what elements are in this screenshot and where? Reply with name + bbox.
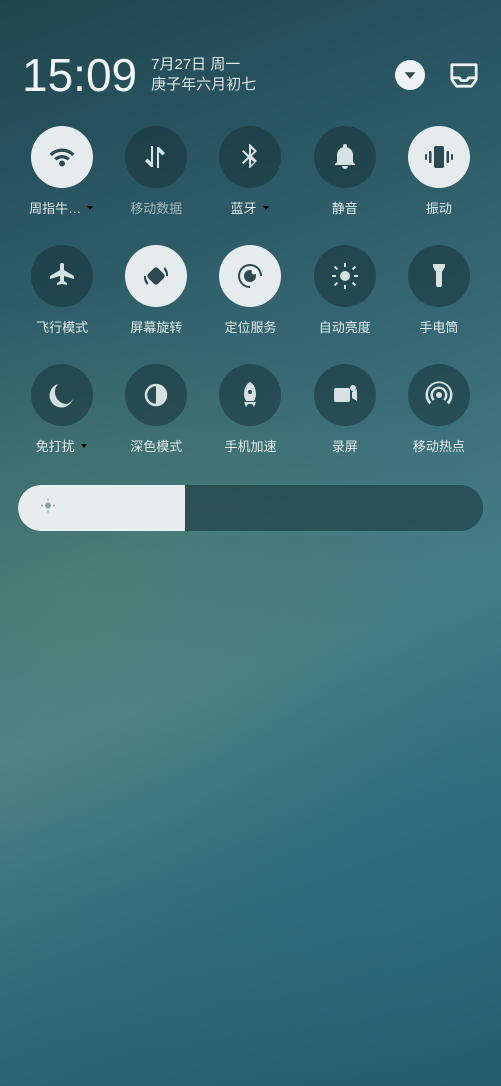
boost-toggle[interactable]	[219, 364, 281, 426]
clock-time: 15:09	[22, 52, 137, 98]
airplane-label-row: 飞行模式	[36, 317, 88, 336]
rotate-icon	[141, 261, 171, 291]
vibrate-toggle[interactable]	[408, 126, 470, 188]
rotate-label: 屏幕旋转	[130, 317, 182, 336]
header-right	[395, 60, 479, 90]
quick-tiles-grid: 周指牛… 移动数据 蓝牙 静音 振动飞行模式 屏幕旋转 定位服务 自动亮度 手电筒免打扰 深色模式…	[0, 116, 501, 455]
tile-screenrec: 录屏	[301, 364, 389, 455]
vibrate-icon	[424, 142, 454, 172]
bluetooth-icon	[235, 142, 265, 172]
wifi-toggle[interactable]	[31, 126, 93, 188]
mobile-data-label: 移动数据	[130, 198, 182, 217]
vibrate-label-row: 振动	[426, 198, 452, 217]
tile-location: 定位服务	[206, 245, 294, 336]
tile-dnd: 免打扰	[18, 364, 106, 455]
hotspot-icon	[424, 380, 454, 410]
tile-dark-mode: 深色模式	[112, 364, 200, 455]
tile-bluetooth: 蓝牙	[206, 126, 294, 217]
bluetooth-label: 蓝牙	[230, 198, 256, 217]
dnd-label-row[interactable]: 免打扰	[36, 436, 89, 455]
mute-label: 静音	[332, 198, 358, 217]
bluetooth-toggle[interactable]	[219, 126, 281, 188]
date-column: 7月27日 周一 庚子年六月初七	[151, 55, 256, 96]
tile-mute: 静音	[301, 126, 389, 217]
flashlight-label: 手电筒	[419, 317, 458, 336]
tile-auto-bright: 自动亮度	[301, 245, 389, 336]
tile-rotate: 屏幕旋转	[112, 245, 200, 336]
dnd-label: 免打扰	[36, 436, 75, 455]
caret-down-icon	[79, 441, 89, 451]
tile-boost: 手机加速	[206, 364, 294, 455]
hotspot-toggle[interactable]	[408, 364, 470, 426]
moon-icon	[47, 380, 77, 410]
location-label: 定位服务	[224, 317, 276, 336]
flashlight-label-row: 手电筒	[419, 317, 458, 336]
screenrec-label-row: 录屏	[332, 436, 358, 455]
rotate-label-row: 屏幕旋转	[130, 317, 182, 336]
location-icon	[235, 261, 265, 291]
tile-vibrate: 振动	[395, 126, 483, 217]
mobile-data-label-row: 移动数据	[130, 198, 182, 217]
mute-toggle[interactable]	[314, 126, 376, 188]
data-icon	[141, 142, 171, 172]
brightness-slider[interactable]	[18, 485, 483, 531]
header-left: 15:09 7月27日 周一 庚子年六月初七	[22, 52, 256, 98]
airplane-toggle[interactable]	[31, 245, 93, 307]
rotate-toggle[interactable]	[125, 245, 187, 307]
airplane-icon	[47, 261, 77, 291]
flashlight-icon	[424, 261, 454, 291]
bluetooth-label-row[interactable]: 蓝牙	[230, 198, 270, 217]
expand-button[interactable]	[395, 60, 425, 90]
dark-mode-toggle[interactable]	[125, 364, 187, 426]
screenrec-toggle[interactable]	[314, 364, 376, 426]
tile-mobile-data: 移动数据	[112, 126, 200, 217]
date-primary: 7月27日 周一	[151, 55, 256, 75]
darkmode-icon	[141, 380, 171, 410]
location-toggle[interactable]	[219, 245, 281, 307]
location-label-row: 定位服务	[224, 317, 276, 336]
airplane-label: 飞行模式	[36, 317, 88, 336]
caret-down-icon	[85, 203, 95, 213]
tile-airplane: 飞行模式	[18, 245, 106, 336]
date-secondary: 庚子年六月初七	[151, 75, 256, 95]
rocket-icon	[235, 380, 265, 410]
boost-label: 手机加速	[224, 436, 276, 455]
chevron-down-icon	[401, 66, 419, 84]
wifi-label-row[interactable]: 周指牛…	[29, 198, 95, 217]
quick-settings-panel: 15:09 7月27日 周一 庚子年六月初七 周指牛… 移动数据 蓝牙 静音 振动飞行模…	[0, 0, 501, 1086]
hotspot-label: 移动热点	[413, 436, 465, 455]
tile-hotspot: 移动热点	[395, 364, 483, 455]
wifi-label: 周指牛…	[29, 198, 81, 217]
screenrec-label: 录屏	[332, 436, 358, 455]
dark-mode-label: 深色模式	[130, 436, 182, 455]
hotspot-label-row: 移动热点	[413, 436, 465, 455]
tile-wifi: 周指牛…	[18, 126, 106, 217]
brightness-slider-wrap	[0, 455, 501, 531]
record-icon	[330, 380, 360, 410]
caret-down-icon	[261, 203, 271, 213]
auto-bright-toggle[interactable]	[314, 245, 376, 307]
boost-label-row: 手机加速	[224, 436, 276, 455]
mute-label-row: 静音	[332, 198, 358, 217]
tray-icon	[449, 61, 479, 89]
brightness-icon	[330, 261, 360, 291]
flashlight-toggle[interactable]	[408, 245, 470, 307]
wifi-icon	[47, 142, 77, 172]
notifications-tray-button[interactable]	[449, 61, 479, 89]
auto-bright-label: 自动亮度	[319, 317, 371, 336]
dark-mode-label-row: 深色模式	[130, 436, 182, 455]
mobile-data-toggle[interactable]	[125, 126, 187, 188]
auto-bright-label-row: 自动亮度	[319, 317, 371, 336]
dnd-toggle[interactable]	[31, 364, 93, 426]
header: 15:09 7月27日 周一 庚子年六月初七	[0, 0, 501, 116]
vibrate-label: 振动	[426, 198, 452, 217]
bell-icon	[330, 142, 360, 172]
brightness-icon	[40, 498, 56, 519]
tile-flashlight: 手电筒	[395, 245, 483, 336]
